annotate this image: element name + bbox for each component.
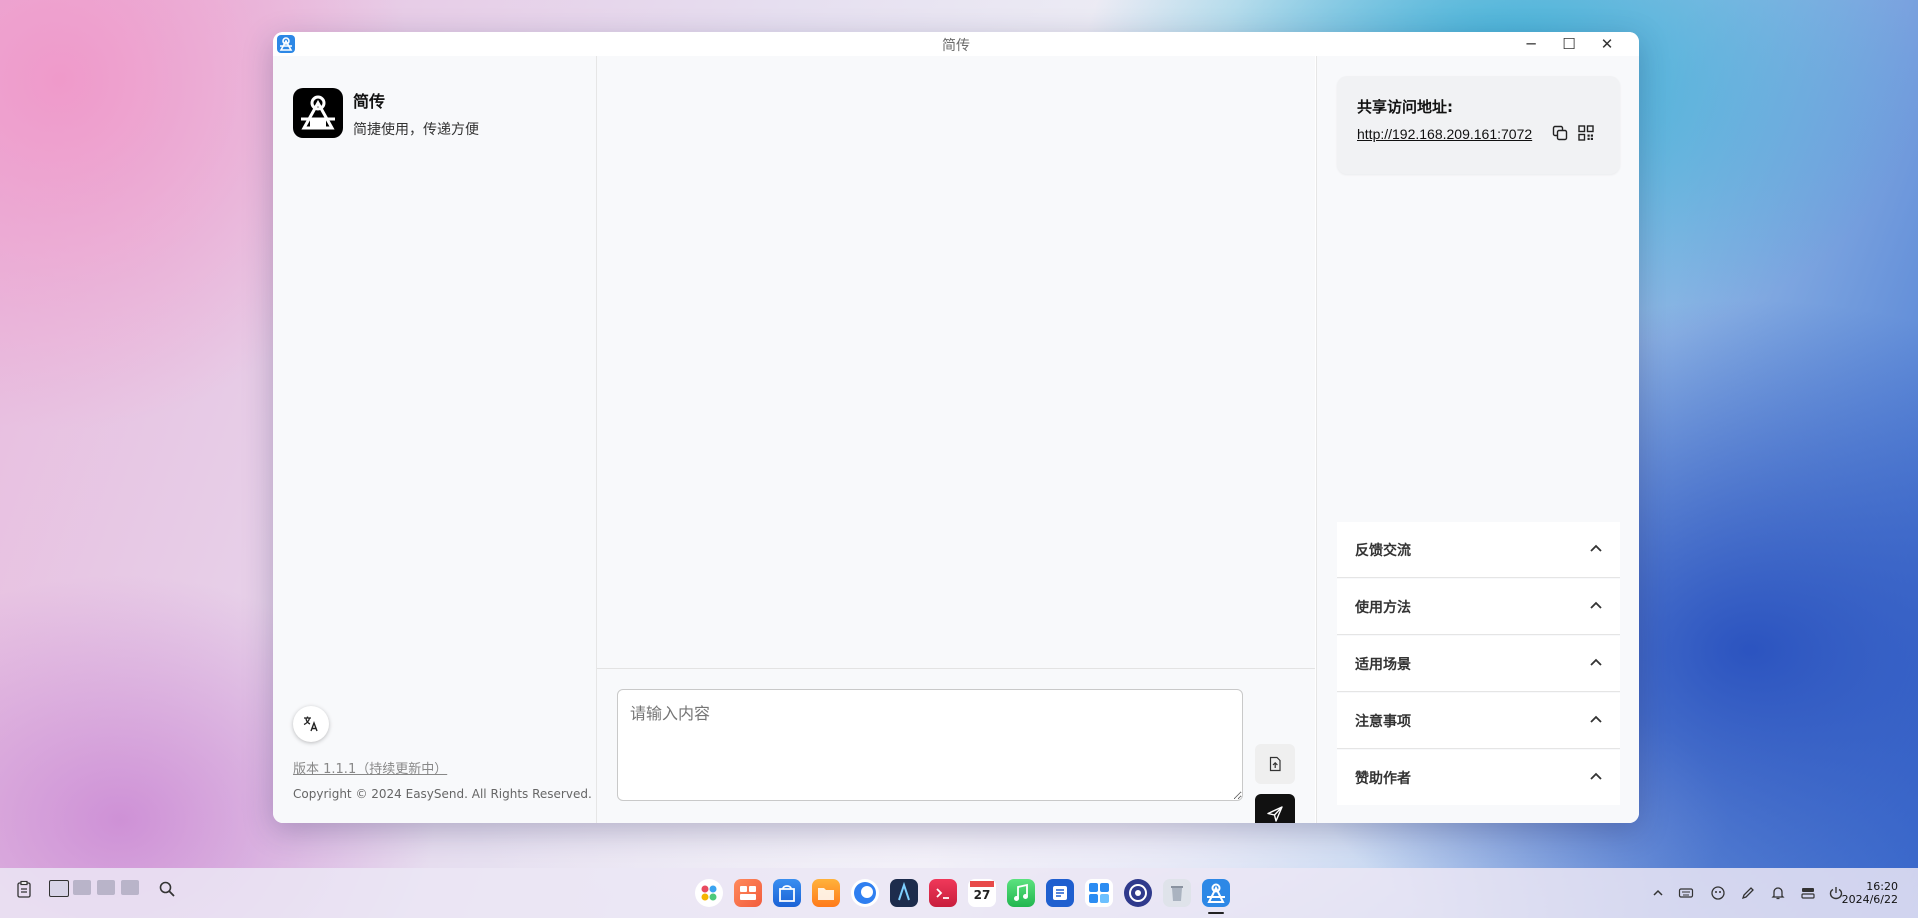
search-icon: [159, 881, 175, 897]
accordion-label: 使用方法: [1355, 600, 1411, 616]
title-bar[interactable]: 简传 ─ ☐ ✕: [273, 32, 1639, 56]
accordion-label: 赞助作者: [1355, 771, 1411, 787]
share-address-label: 共享访问地址:: [1357, 98, 1453, 116]
version-link[interactable]: 版本 1.1.1（持续更新中）: [293, 758, 447, 777]
file-manager-icon[interactable]: [812, 879, 840, 907]
app-window: 简传 ─ ☐ ✕ 简传 简捷使用，传递方便 版本 1.1.1（持续更新中） Co…: [273, 32, 1639, 823]
keyboard-icon[interactable]: [1678, 885, 1694, 901]
send-icon: [1267, 806, 1283, 822]
app-tagline: 简捷使用，传递方便: [353, 122, 479, 138]
minimize-icon: ─: [1526, 35, 1536, 53]
trash-icon[interactable]: [1163, 879, 1191, 907]
running-indicator: [1208, 912, 1224, 914]
accordion-sponsor[interactable]: 赞助作者: [1337, 750, 1620, 805]
accordion-label: 适用场景: [1355, 657, 1411, 673]
chevron-up-icon: [1590, 715, 1602, 723]
notification-icon[interactable]: [1770, 885, 1786, 901]
settings-icon[interactable]: [1124, 879, 1152, 907]
clock-time: 16:20: [1866, 880, 1898, 893]
taskbar: 27 16:20 2024/6/22: [0, 868, 1918, 918]
chevron-up-icon: [1590, 601, 1602, 609]
qr-code-icon[interactable]: [1577, 124, 1595, 142]
workspace-1[interactable]: [49, 880, 69, 897]
launcher-icon[interactable]: [695, 879, 723, 907]
right-sidebar: 共享访问地址: http://192.168.209.161:7072 反馈交流…: [1316, 56, 1639, 823]
workspace-4[interactable]: [121, 880, 139, 895]
copy-icon[interactable]: [1551, 124, 1569, 142]
app-name: 简传: [353, 92, 386, 111]
share-address-card: 共享访问地址: http://192.168.209.161:7072: [1337, 76, 1620, 174]
maximize-button[interactable]: ☐: [1551, 32, 1587, 56]
chevron-up-icon: [1590, 658, 1602, 666]
multitask-view-icon[interactable]: [734, 879, 762, 907]
accordion-scenarios[interactable]: 适用场景: [1337, 636, 1620, 692]
close-button[interactable]: ✕: [1589, 32, 1625, 56]
clipboard-button[interactable]: [16, 880, 32, 898]
accordion-label: 反馈交流: [1355, 543, 1411, 559]
terminal-icon[interactable]: [929, 879, 957, 907]
chat-panel: [597, 56, 1315, 823]
upload-file-button[interactable]: [1255, 744, 1295, 784]
search-button[interactable]: [158, 880, 176, 898]
app-logo: [293, 88, 343, 138]
editor-icon[interactable]: [890, 879, 918, 907]
app-store-icon[interactable]: [773, 879, 801, 907]
workspace-thumbnail: [97, 880, 115, 895]
chevron-up-icon[interactable]: [1650, 885, 1666, 901]
calendar-day: 27: [973, 888, 991, 902]
accordion-usage[interactable]: 使用方法: [1337, 579, 1620, 635]
notes-icon[interactable]: [1046, 879, 1074, 907]
accordion-label: 注意事项: [1355, 714, 1411, 730]
send-button[interactable]: [1255, 794, 1295, 823]
translate-icon: [303, 716, 318, 732]
workspace-3[interactable]: [97, 880, 115, 895]
maximize-icon: ☐: [1562, 35, 1576, 53]
pen-icon[interactable]: [1740, 885, 1756, 901]
close-icon: ✕: [1600, 35, 1614, 53]
workspace-thumbnail: [49, 880, 69, 897]
accordion-notes[interactable]: 注意事项: [1337, 693, 1620, 749]
browser-icon[interactable]: [851, 879, 879, 907]
system-clock[interactable]: 16:20 2024/6/22: [1842, 880, 1898, 906]
message-input[interactable]: [617, 689, 1243, 801]
control-center-icon[interactable]: [1085, 879, 1113, 907]
copyright-text: Copyright © 2024 EasySend. All Rights Re…: [293, 787, 592, 801]
chevron-up-icon: [1590, 544, 1602, 552]
share-url-link[interactable]: http://192.168.209.161:7072: [1357, 126, 1532, 142]
assistant-icon[interactable]: [1710, 885, 1726, 901]
language-button[interactable]: [293, 706, 329, 742]
file-upload-icon: [1269, 756, 1281, 772]
chevron-up-icon: [1590, 772, 1602, 780]
workspace-2[interactable]: [73, 880, 91, 895]
minimize-button[interactable]: ─: [1513, 32, 1549, 56]
clock-date: 2024/6/22: [1841, 893, 1898, 906]
music-icon[interactable]: [1007, 879, 1035, 907]
message-area[interactable]: [597, 56, 1315, 669]
accordion-feedback[interactable]: 反馈交流: [1337, 522, 1620, 578]
workspace-thumbnail: [121, 880, 139, 895]
calendar-icon[interactable]: 27: [968, 879, 996, 907]
window-title: 简传: [942, 38, 970, 54]
easysend-dock-icon[interactable]: [1202, 879, 1230, 907]
storage-icon[interactable]: [1800, 885, 1816, 901]
clipboard-icon: [17, 880, 31, 898]
left-sidebar: 简传 简捷使用，传递方便 版本 1.1.1（持续更新中） Copyright ©…: [273, 56, 597, 823]
workspace-thumbnail: [73, 880, 91, 895]
